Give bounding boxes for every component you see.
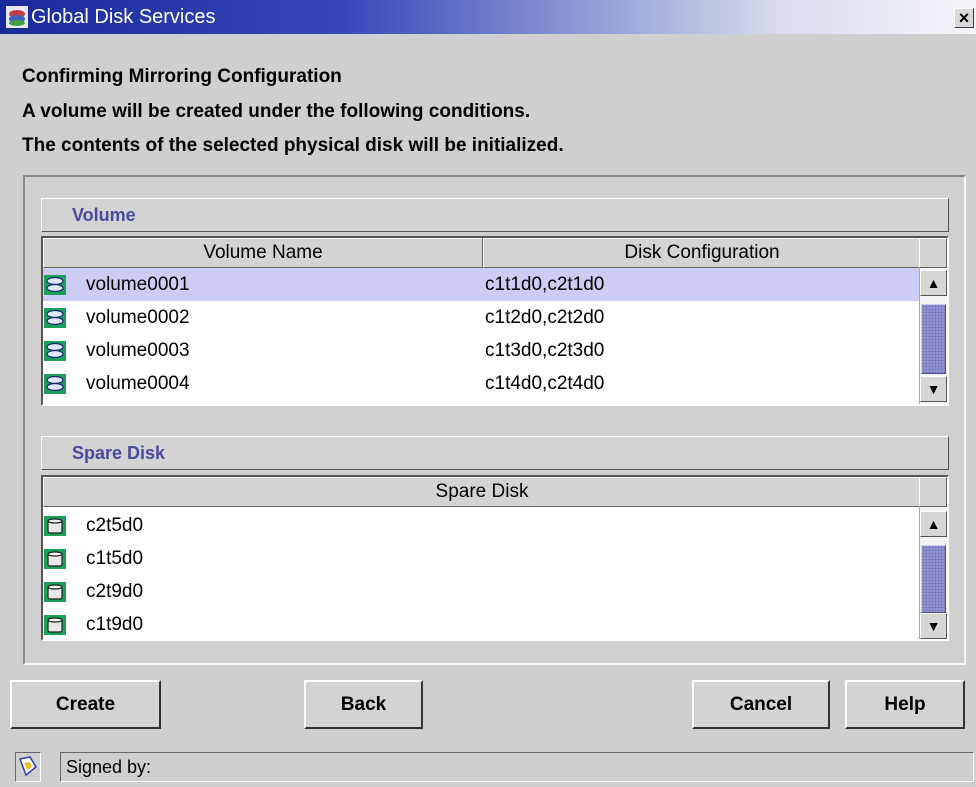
app-icon bbox=[6, 6, 28, 28]
help-button[interactable]: Help bbox=[845, 680, 965, 729]
column-header-spare-disk[interactable]: Spare Disk bbox=[43, 477, 921, 507]
volume-icon bbox=[44, 308, 66, 328]
disk-configuration: c1t4d0,c2t4d0 bbox=[485, 373, 605, 394]
table-row[interactable]: volume0001 c1t1d0,c2t1d0 bbox=[43, 268, 921, 301]
status-text: Signed by: bbox=[60, 752, 974, 782]
column-header-volume-name[interactable]: Volume Name bbox=[43, 238, 483, 268]
scroll-up-button[interactable]: ▲ bbox=[920, 270, 947, 296]
table-row[interactable]: c1t9d0 bbox=[43, 608, 921, 639]
spare-disk-section-header: Spare Disk bbox=[41, 436, 949, 470]
table-row[interactable]: volume0004 c1t4d0,c2t4d0 bbox=[43, 367, 921, 400]
volume-name: volume0004 bbox=[86, 373, 190, 394]
spare-disk-name: c1t5d0 bbox=[86, 548, 144, 569]
volume-scrollbar[interactable]: ▲ ▼ bbox=[919, 268, 947, 404]
table-row[interactable]: c2t5d0 bbox=[43, 509, 921, 542]
disk-configuration: c1t3d0,c2t3d0 bbox=[485, 340, 605, 361]
window-title: Global Disk Services bbox=[31, 6, 216, 28]
scroll-down-button[interactable]: ▼ bbox=[920, 376, 947, 402]
volume-icon bbox=[44, 341, 66, 361]
spare-disk-table: Spare Disk c2t5d0 c1t5d0 c2t9d0 c1t9d0 ▲ ▼ bbox=[41, 475, 949, 641]
page-title: Confirming Mirroring Configuration bbox=[22, 66, 342, 87]
disk-icon bbox=[44, 582, 66, 602]
scroll-up-button[interactable]: ▲ bbox=[920, 511, 947, 537]
disk-configuration: c1t2d0,c2t2d0 bbox=[485, 307, 605, 328]
volume-icon bbox=[44, 275, 66, 295]
title-bar: Global Disk Services × bbox=[0, 0, 976, 34]
table-corner bbox=[919, 238, 947, 268]
spare-disk-scrollbar[interactable]: ▲ ▼ bbox=[919, 507, 947, 639]
warning-text: The contents of the selected physical di… bbox=[22, 135, 564, 156]
close-button[interactable]: × bbox=[954, 8, 974, 28]
spare-disk-name: c2t5d0 bbox=[86, 515, 144, 536]
spare-disk-name: c2t9d0 bbox=[86, 581, 144, 602]
column-header-disk-configuration[interactable]: Disk Configuration bbox=[483, 238, 921, 268]
disk-configuration: c1t1d0,c2t1d0 bbox=[485, 274, 605, 295]
disk-icon bbox=[44, 615, 66, 635]
certificate-icon bbox=[15, 752, 41, 782]
table-row[interactable]: c2t9d0 bbox=[43, 575, 921, 608]
table-corner bbox=[919, 477, 947, 507]
volume-icon bbox=[44, 374, 66, 394]
volume-section-header: Volume bbox=[41, 198, 949, 232]
volume-name: volume0002 bbox=[86, 307, 190, 328]
volume-table: Volume Name Disk Configuration volume000… bbox=[41, 236, 949, 406]
spare-disk-name: c1t9d0 bbox=[86, 614, 144, 635]
disk-icon bbox=[44, 549, 66, 569]
volume-name: volume0003 bbox=[86, 340, 190, 361]
cancel-button[interactable]: Cancel bbox=[692, 680, 830, 729]
table-row[interactable]: volume0003 c1t3d0,c2t3d0 bbox=[43, 334, 921, 367]
scroll-thumb[interactable] bbox=[921, 545, 946, 613]
create-button[interactable]: Create bbox=[10, 680, 161, 729]
scroll-thumb[interactable] bbox=[921, 304, 946, 374]
table-row[interactable]: volume0002 c1t2d0,c2t2d0 bbox=[43, 301, 921, 334]
info-text-1: A volume will be created under the follo… bbox=[22, 101, 531, 122]
disk-icon bbox=[44, 516, 66, 536]
scroll-down-button[interactable]: ▼ bbox=[920, 613, 947, 639]
back-button[interactable]: Back bbox=[304, 680, 423, 729]
volume-name: volume0001 bbox=[86, 274, 190, 295]
table-row[interactable]: c1t5d0 bbox=[43, 542, 921, 575]
